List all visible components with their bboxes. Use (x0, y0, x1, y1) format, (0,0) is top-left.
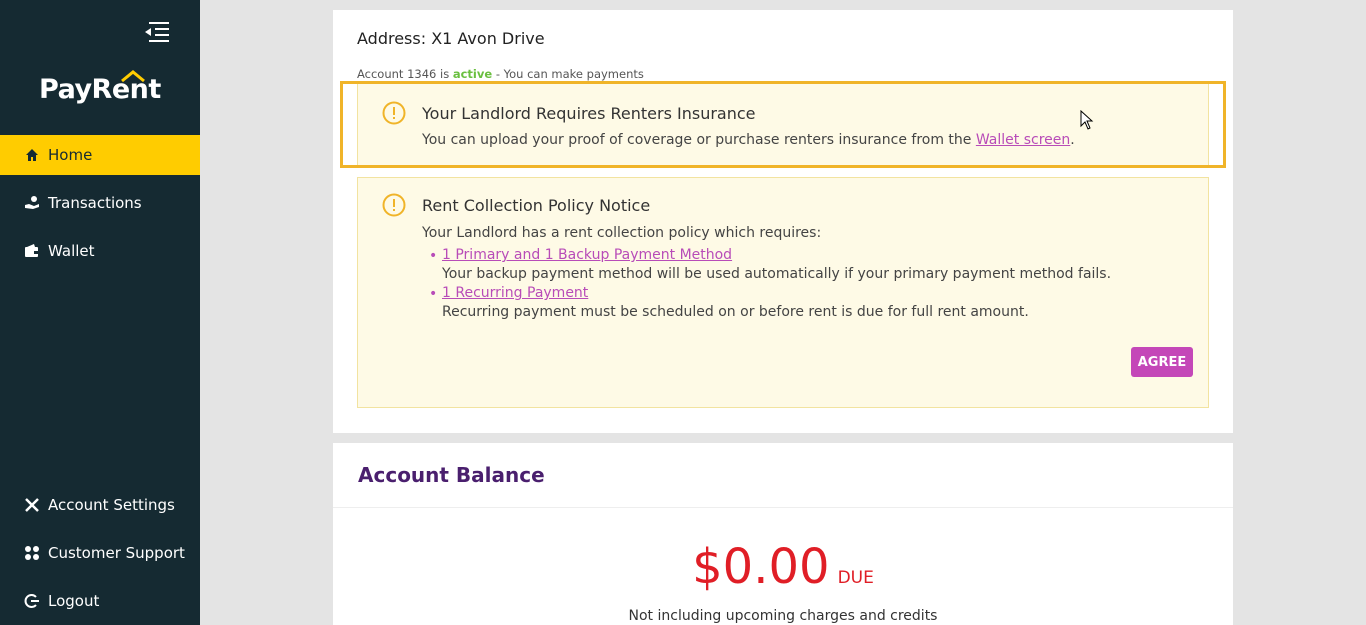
status-badge: active (452, 67, 493, 81)
insurance-alert-title: Your Landlord Requires Renters Insurance (422, 104, 756, 123)
sidebar-item-logout[interactable]: Logout (0, 581, 200, 621)
warning-icon (382, 193, 406, 217)
warning-icon (382, 101, 406, 125)
mouse-cursor-icon (1080, 110, 1094, 130)
requirement-description: Recurring payment must be scheduled on o… (442, 304, 1029, 320)
balance-amount: $0.00 (692, 539, 830, 595)
sidebar-item-home[interactable]: Home (0, 135, 200, 175)
balance-note: Not including upcoming charges and credi… (628, 608, 938, 624)
sidebar-item-label: Logout (48, 592, 100, 610)
home-icon (24, 147, 40, 163)
hand-coin-icon (24, 195, 40, 211)
agree-button[interactable]: AGREE (1131, 347, 1193, 377)
sidebar-item-customer-support[interactable]: Customer Support (0, 533, 200, 573)
primary-nav: Home Transactions Wallet (0, 135, 200, 279)
bullet-icon: • (429, 248, 438, 264)
balance-title: Account Balance (358, 463, 545, 487)
recurring-payment-requirement-link[interactable]: 1 Recurring Payment (442, 285, 588, 301)
balance-amount-row: $0.00 DUE (333, 539, 1233, 595)
account-card: Address: X1 Avon Drive Account 1346 is a… (333, 10, 1233, 433)
policy-alert: Rent Collection Policy Notice Your Landl… (357, 177, 1209, 408)
balance-card: Account Balance $0.00 DUE Not including u… (333, 443, 1233, 625)
menu-collapse-icon[interactable] (145, 21, 169, 43)
sidebar-item-label: Customer Support (48, 544, 185, 562)
sidebar: PayRent Home Transactions Wallet Account… (0, 0, 200, 625)
policy-alert-intro: Your Landlord has a rent collection poli… (422, 225, 822, 241)
logo-roof-icon (121, 70, 145, 83)
logout-icon (24, 593, 40, 609)
list-item: • 1 Recurring Payment Recurring payment … (429, 285, 1111, 320)
payrent-logo[interactable]: PayRent (39, 70, 161, 105)
due-label: DUE (837, 568, 874, 588)
sidebar-item-label: Account Settings (48, 496, 175, 514)
tools-icon (24, 497, 40, 513)
sidebar-item-label: Wallet (48, 242, 95, 260)
bullet-icon: • (429, 286, 438, 302)
list-item: • 1 Primary and 1 Backup Payment Method … (429, 247, 1112, 282)
sidebar-item-wallet[interactable]: Wallet (0, 231, 200, 271)
secondary-nav: Account Settings Customer Support Logout (0, 485, 200, 625)
account-status: Account 1346 is active - You can make pa… (357, 67, 644, 81)
wallet-screen-link[interactable]: Wallet screen (976, 132, 1070, 148)
wallet-icon (24, 243, 40, 259)
sidebar-item-account-settings[interactable]: Account Settings (0, 485, 200, 525)
insurance-alert-body: You can upload your proof of coverage or… (422, 132, 1075, 148)
policy-alert-title: Rent Collection Policy Notice (422, 196, 651, 215)
account-address: Address: X1 Avon Drive (357, 29, 545, 48)
sidebar-item-label: Home (48, 146, 93, 164)
sidebar-item-transactions[interactable]: Transactions (0, 183, 200, 223)
sidebar-item-label: Transactions (48, 194, 142, 212)
requirement-list: • 1 Primary and 1 Backup Payment Method … (429, 247, 1112, 323)
support-icon (24, 545, 40, 561)
requirement-description: Your backup payment method will be used … (442, 266, 1112, 282)
divider (333, 507, 1233, 508)
payment-method-requirement-link[interactable]: 1 Primary and 1 Backup Payment Method (442, 247, 732, 263)
